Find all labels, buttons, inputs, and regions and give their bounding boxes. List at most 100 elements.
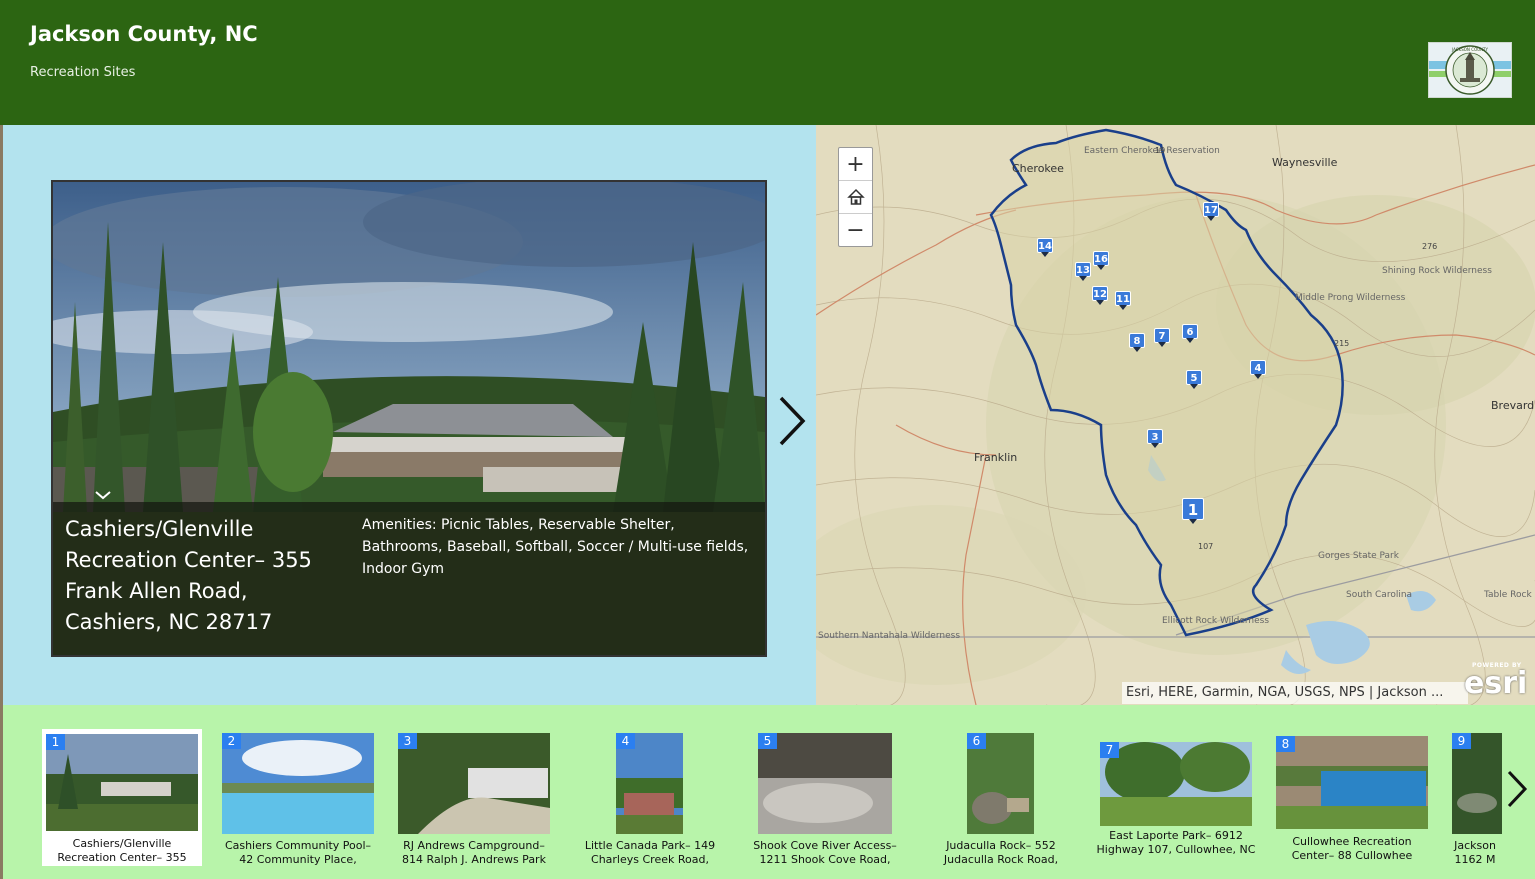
zoom-controls: + − <box>838 147 873 247</box>
marker-label: 5 <box>1186 370 1202 385</box>
map-marker-5[interactable]: 5 <box>1186 370 1202 389</box>
map-marker-11[interactable]: 11 <box>1115 291 1131 310</box>
marker-pin-tip <box>1041 252 1049 257</box>
county-seal-logo: JACKSON COUNTY <box>1428 42 1512 98</box>
marker-pin-tip <box>1207 216 1215 221</box>
map-label: Franklin <box>974 451 1017 464</box>
map-marker-16[interactable]: 16 <box>1093 251 1109 270</box>
map-marker-17[interactable]: 17 <box>1203 202 1219 221</box>
zoom-out-button[interactable]: − <box>839 214 872 246</box>
carousel-item-caption: Cashiers/Glenville Recreation Center– 35… <box>57 837 187 864</box>
marker-label: 1 <box>1182 498 1204 520</box>
carousel-item-number: 8 <box>1276 736 1295 752</box>
carousel-item-number: 5 <box>758 733 777 749</box>
marker-label: 13 <box>1075 262 1091 277</box>
marker-label: 12 <box>1092 286 1108 301</box>
marker-pin-tip <box>1190 384 1198 389</box>
carousel-item-caption: Shook Cove River Access– 1211 Shook Cove… <box>753 839 897 866</box>
thumbnail-image <box>46 734 198 831</box>
carousel-item[interactable]: 2 Cashiers Community Pool– 42 Community … <box>222 733 374 868</box>
carousel-item-caption: Jackson 1162 M <box>1454 839 1496 866</box>
marker-label: 4 <box>1250 360 1266 375</box>
feature-title: Cashiers/Glenville Recreation Center– 35… <box>65 517 312 634</box>
marker-label: 3 <box>1147 429 1163 444</box>
feature-caption: Cashiers/Glenville Recreation Center– 35… <box>53 502 765 655</box>
marker-pin-tip <box>1186 338 1194 343</box>
home-button[interactable] <box>839 181 872 214</box>
map-label: Brevard <box>1491 399 1534 412</box>
map-marker-8[interactable]: 8 <box>1129 333 1145 352</box>
map-marker-12[interactable]: 12 <box>1092 286 1108 305</box>
esri-wordmark: esri <box>1464 666 1528 701</box>
map-label: Waynesville <box>1272 156 1338 169</box>
carousel-item-caption: Little Canada Park– 149 Charleys Creek R… <box>584 839 716 866</box>
marker-pin-tip <box>1254 374 1262 379</box>
carousel-item-caption: Cullowhee Recreation Center– 88 Cullowhe… <box>1291 835 1413 862</box>
marker-pin-tip <box>1096 300 1104 305</box>
marker-label: 6 <box>1182 324 1198 339</box>
map-marker-13[interactable]: 13 <box>1075 262 1091 281</box>
topographic-basemap: Cherokee Eastern Cherokee Reservation Wa… <box>816 125 1535 705</box>
carousel-item-caption: Cashiers Community Pool– 42 Community Pl… <box>224 839 372 866</box>
carousel-item-caption: RJ Andrews Campground– 814 Ralph J. Andr… <box>402 839 546 866</box>
marker-label: 8 <box>1129 333 1145 348</box>
map-label: Cherokee <box>1012 162 1064 175</box>
marker-label: 16 <box>1093 251 1109 266</box>
feature-carousel: 1 Cashiers/Glenville Recreation Center– … <box>3 705 1535 879</box>
marker-pin-tip <box>1151 443 1159 448</box>
map-marker-6[interactable]: 6 <box>1182 324 1198 343</box>
map-marker-14[interactable]: 14 <box>1037 238 1053 257</box>
carousel-item[interactable]: 1 Cashiers/Glenville Recreation Center– … <box>42 729 202 866</box>
thumbnail-image <box>1100 742 1252 826</box>
feature-photo: Cashiers/Glenville Recreation Center– 35… <box>51 180 767 657</box>
map-label: Gorges State Park <box>1318 551 1400 561</box>
marker-pin-tip <box>1097 265 1105 270</box>
map-label: Middle Prong Wilderness <box>1295 293 1406 303</box>
carousel-item[interactable]: 6 Judaculla Rock– 552 Judaculla Rock Roa… <box>944 733 1058 868</box>
carousel-item-number: 3 <box>398 733 417 749</box>
marker-label: 7 <box>1154 328 1170 343</box>
svg-text:JACKSON COUNTY: JACKSON COUNTY <box>1451 47 1488 52</box>
map-marker-1[interactable]: 1 <box>1182 498 1204 524</box>
chevron-down-icon[interactable] <box>91 486 115 504</box>
marker-pin-tip <box>1133 347 1141 352</box>
media-panel: Cashiers/Glenville Recreation Center– 35… <box>3 125 816 705</box>
marker-label: 14 <box>1037 238 1053 253</box>
carousel-item-number: 7 <box>1100 742 1119 758</box>
app-title: Jackson County, NC <box>30 22 258 46</box>
map-label: Eastern Cherokee Reservation <box>1084 146 1220 156</box>
marker-pin-tip <box>1079 276 1087 281</box>
carousel-item[interactable]: 7 East Laporte Park– 6912 Highway 107, C… <box>1097 742 1255 868</box>
carousel-item-number: 1 <box>46 734 65 750</box>
carousel-item-number: 9 <box>1452 733 1471 749</box>
thumbnail-image <box>1276 736 1428 829</box>
zoom-in-button[interactable]: + <box>839 148 872 181</box>
map-marker-4[interactable]: 4 <box>1250 360 1266 379</box>
thumbnail-image <box>758 733 892 834</box>
next-feature-button[interactable] <box>773 393 809 449</box>
map-label: Southern Nantahala Wilderness <box>818 631 960 641</box>
carousel-item-number: 4 <box>616 733 635 749</box>
map-label: Ellicott Rock Wilderness <box>1162 616 1269 626</box>
map-attribution[interactable]: Esri, HERE, Garmin, NGA, USGS, NPS | Jac… <box>1122 682 1468 704</box>
map-label: 276 <box>1422 242 1437 251</box>
map-label: South Carolina <box>1346 590 1412 600</box>
thumbnail-image <box>222 733 374 834</box>
carousel-item[interactable]: 3 RJ Andrews Campground– 814 Ralph J. An… <box>398 733 550 868</box>
esri-logo: POWERED BY esri <box>1462 662 1532 701</box>
app-subtitle: Recreation Sites <box>30 65 136 80</box>
carousel-item[interactable]: 4 Little Canada Park– 149 Charleys Creek… <box>585 733 715 868</box>
chevron-right-icon <box>1507 770 1528 808</box>
carousel-item[interactable]: 9 Jackson 1162 M <box>1452 733 1502 868</box>
carousel-item[interactable]: 8 Cullowhee Recreation Center– 88 Cullow… <box>1276 736 1428 868</box>
carousel-next-button[interactable] <box>1503 767 1531 811</box>
map-marker-7[interactable]: 7 <box>1154 328 1170 347</box>
marker-label: 17 <box>1203 202 1219 217</box>
carousel-item[interactable]: 5 Shook Cove River Access– 1211 Shook Co… <box>753 733 897 868</box>
map-marker-3[interactable]: 3 <box>1147 429 1163 448</box>
app-header: Jackson County, NC Recreation Sites JACK… <box>0 0 1535 125</box>
map-view[interactable]: Cherokee Eastern Cherokee Reservation Wa… <box>816 125 1535 705</box>
marker-label: 11 <box>1115 291 1131 306</box>
map-label: Table Rock State Park <box>1483 590 1535 600</box>
marker-pin-tip <box>1189 519 1197 524</box>
